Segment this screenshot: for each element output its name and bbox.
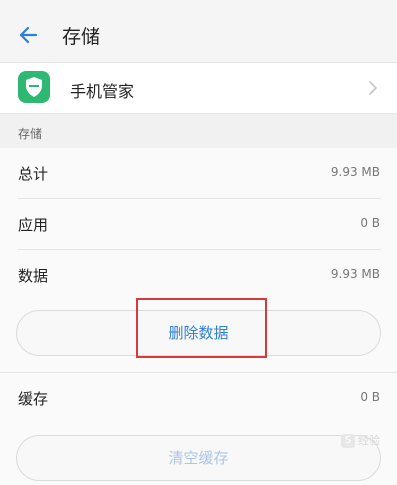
data-value: 9.93 MB bbox=[330, 267, 380, 281]
back-arrow-icon[interactable] bbox=[14, 20, 44, 50]
section-title: 存储 bbox=[18, 127, 43, 141]
chevron-right-icon bbox=[369, 81, 377, 95]
apps-value: 0 B bbox=[360, 216, 380, 230]
data-label: 数据 bbox=[18, 267, 49, 285]
app-info-row[interactable]: 手机管家 bbox=[0, 62, 397, 114]
page-title: 存储 bbox=[62, 26, 101, 48]
cache-value: 0 B bbox=[360, 390, 380, 404]
cache-row: 缓存 0 B bbox=[0, 372, 397, 423]
apps-row: 应用 0 B bbox=[0, 199, 397, 250]
total-row: 总计 9.93 MB bbox=[0, 148, 397, 199]
storage-section-header: 存储 bbox=[0, 114, 397, 148]
phone-manager-shield-icon bbox=[18, 71, 50, 103]
cache-label: 缓存 bbox=[18, 390, 49, 408]
highlight-annotation bbox=[136, 298, 267, 358]
data-row: 数据 9.93 MB bbox=[0, 250, 397, 301]
watermark-badge-icon: S bbox=[341, 434, 355, 448]
watermark: S 经验 bbox=[298, 428, 380, 454]
total-label: 总计 bbox=[18, 165, 49, 183]
total-value: 9.93 MB bbox=[330, 165, 380, 179]
app-bar: 存储 bbox=[0, 0, 397, 62]
app-name: 手机管家 bbox=[70, 82, 135, 101]
apps-label: 应用 bbox=[18, 216, 49, 234]
watermark-text: 经验 bbox=[358, 434, 380, 447]
